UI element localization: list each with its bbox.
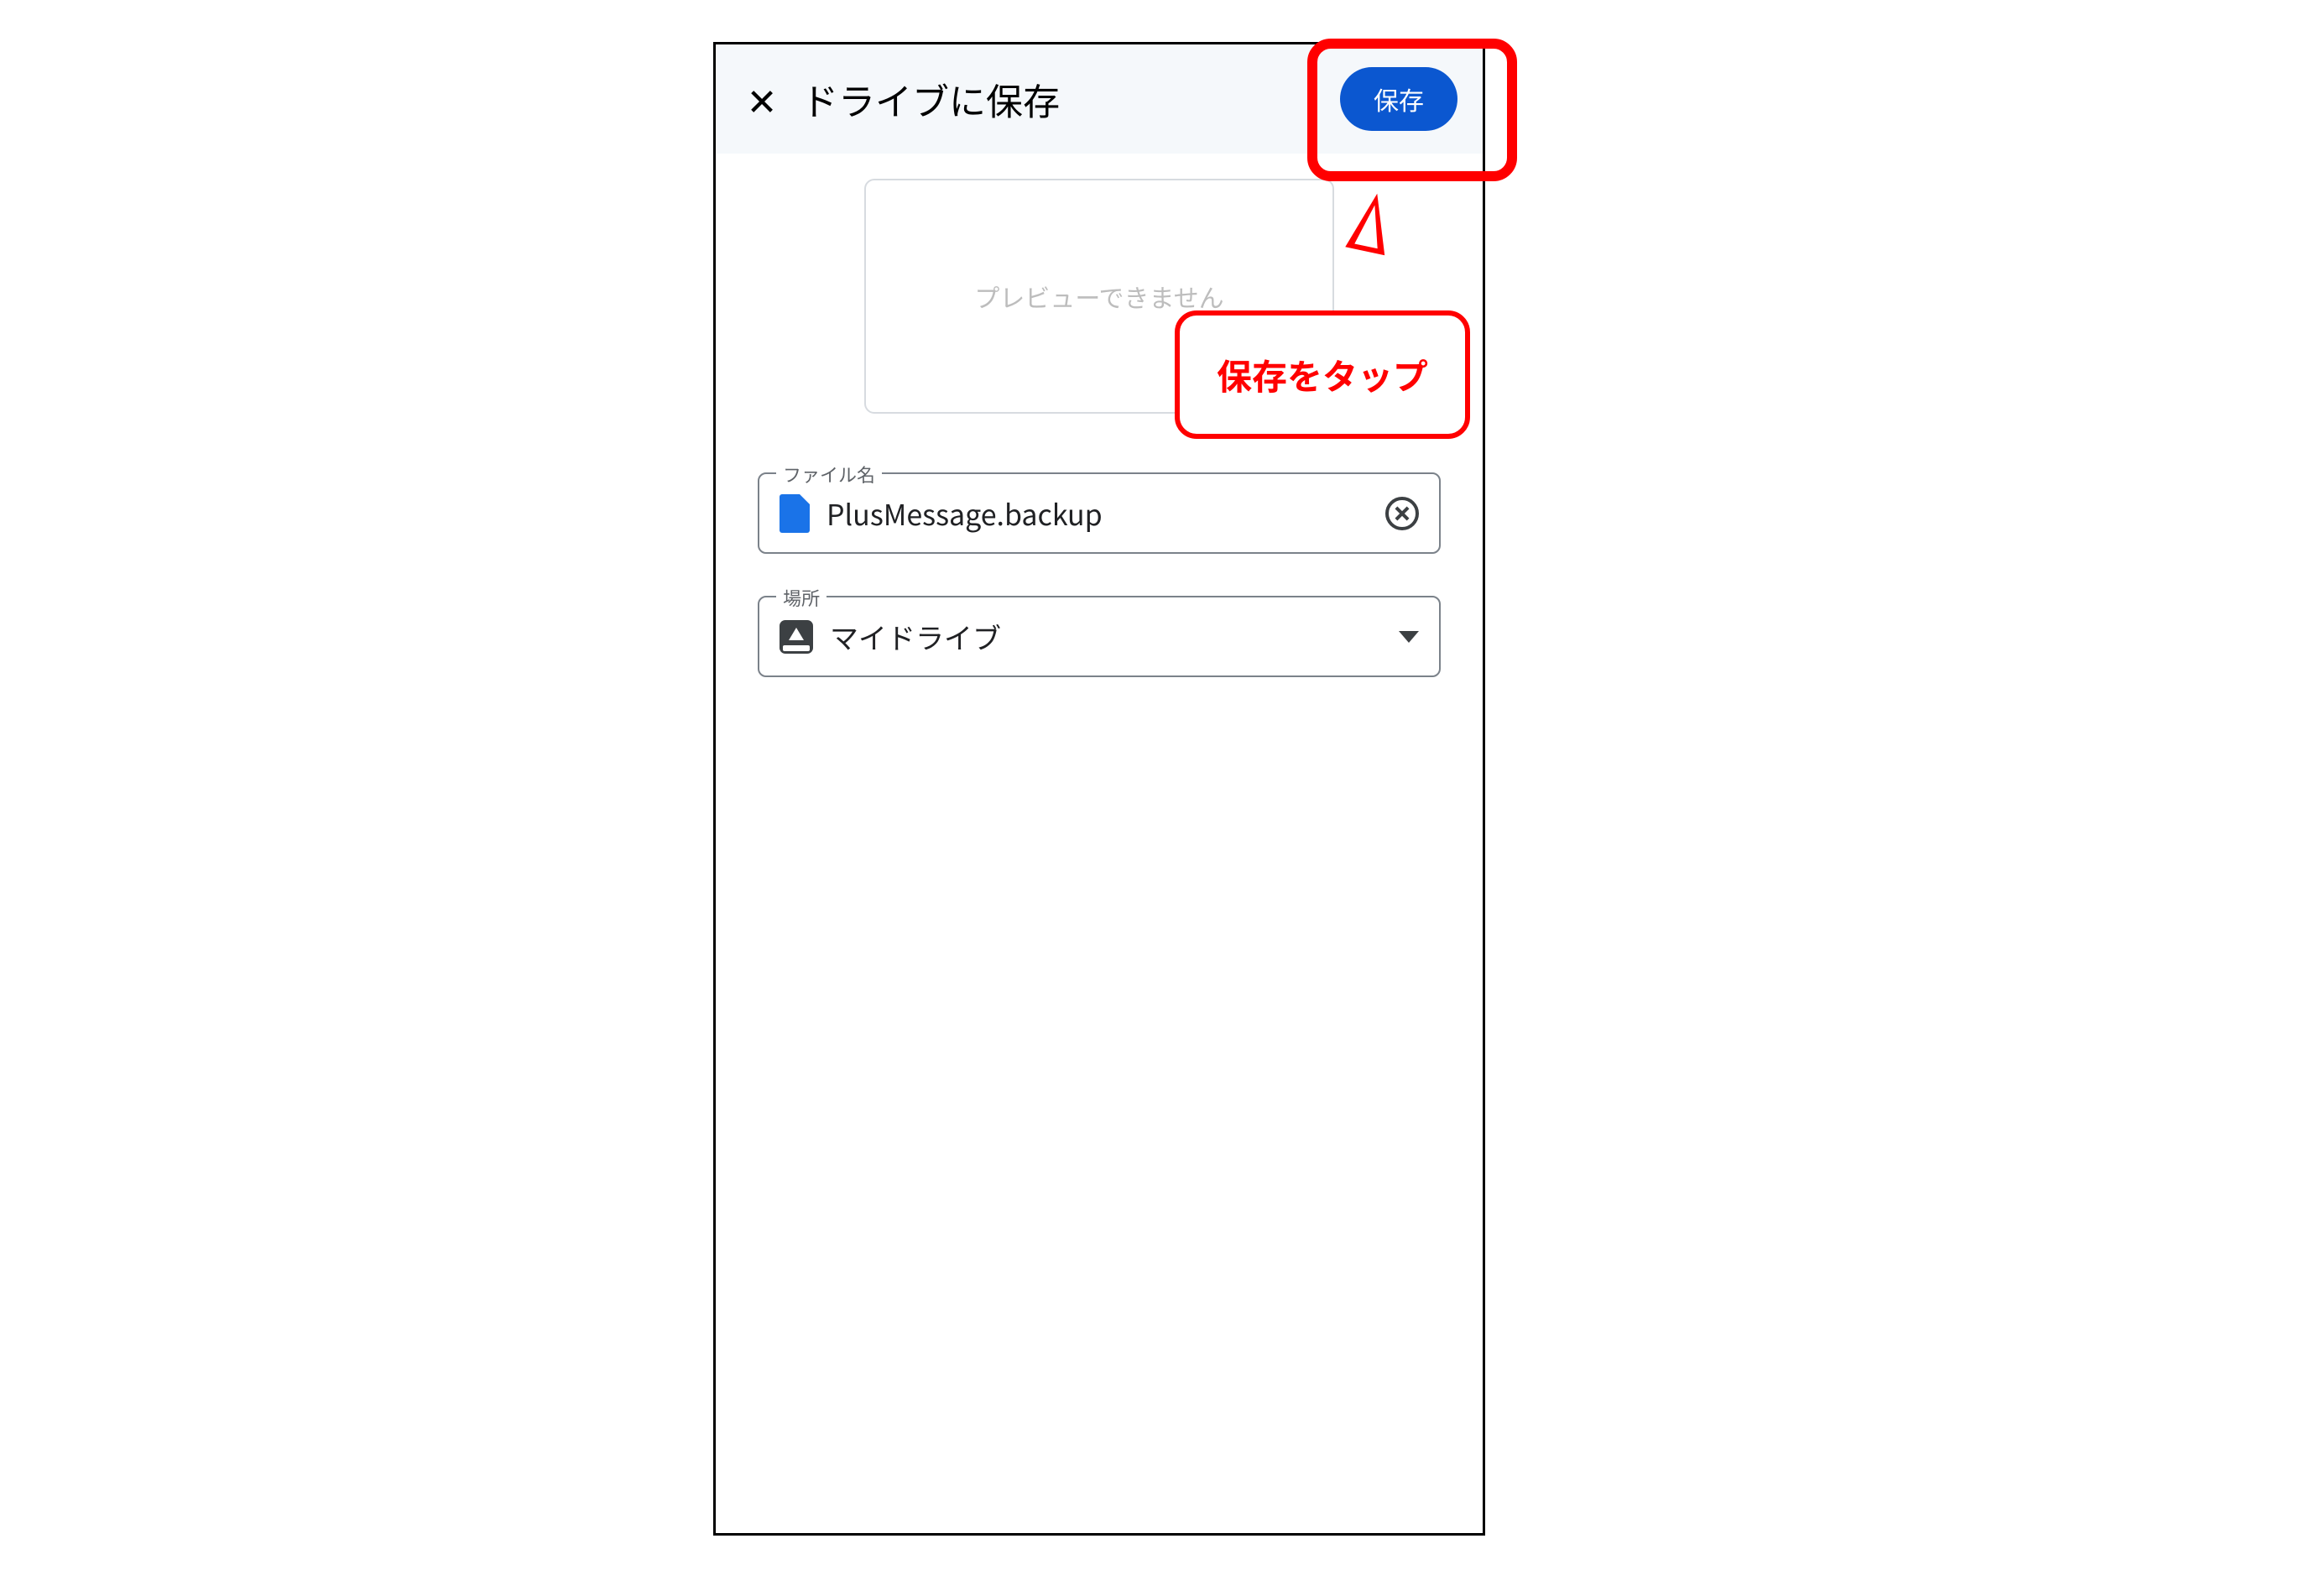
location-value: マイドライブ [830,616,1382,657]
save-button[interactable]: 保存 [1340,67,1457,131]
annotation-text: 保存をタップ [1217,349,1428,400]
filename-field[interactable]: ファイル名 PlusMessage.backup [758,472,1441,554]
clear-icon[interactable] [1385,497,1419,530]
header-title: ドライブに保存 [801,72,1340,126]
phone-screen: ✕ ドライブに保存 保存 プレビューできません ファイル名 PlusMessag… [713,42,1485,1536]
location-label: 場所 [776,584,826,611]
filename-label: ファイル名 [776,461,882,488]
filename-value: PlusMessage.backup [826,493,1369,534]
annotation-callout: 保存をタップ [1175,310,1470,439]
close-icon[interactable]: ✕ [741,81,783,117]
preview-text: プレビューできません [974,278,1223,315]
drive-icon [780,620,813,654]
app-header: ✕ ドライブに保存 保存 [716,44,1483,154]
chevron-down-icon [1399,631,1419,643]
file-icon [780,494,810,533]
location-field[interactable]: 場所 マイドライブ [758,596,1441,677]
